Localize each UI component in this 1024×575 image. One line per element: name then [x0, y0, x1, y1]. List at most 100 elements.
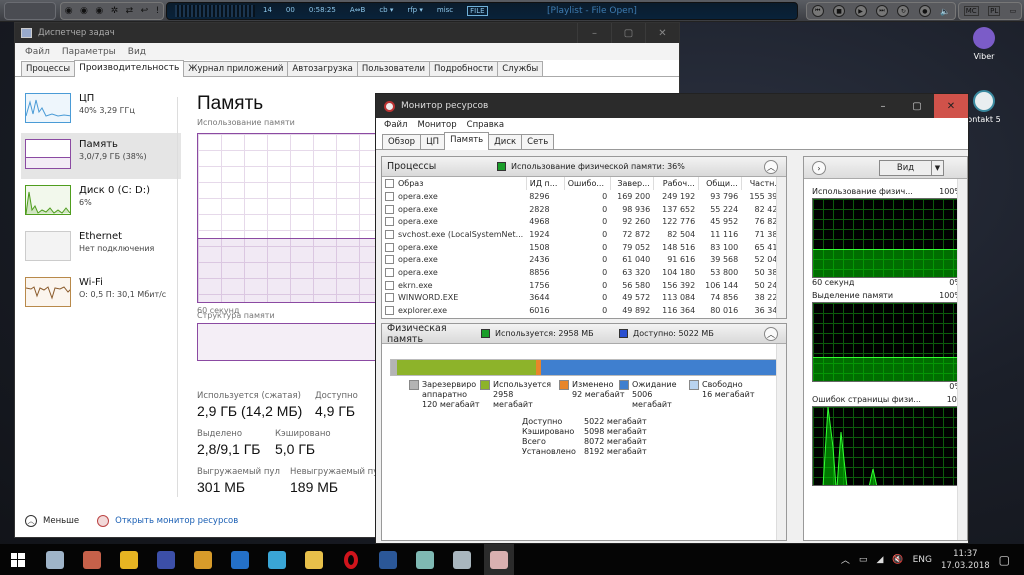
title-bar[interactable]: Диспетчер задач – ▢ ✕: [15, 23, 679, 43]
column-working-set[interactable]: Рабоч...: [653, 177, 699, 190]
row-checkbox[interactable]: [385, 229, 394, 239]
volume-muted-icon[interactable]: 🔇: [892, 555, 903, 565]
column-shareable[interactable]: Общи...: [698, 177, 742, 190]
tab-overview[interactable]: Обзор: [382, 134, 422, 149]
tab-network[interactable]: Сеть: [521, 134, 555, 149]
taskbar-app-notes[interactable]: [410, 544, 440, 575]
ab-repeat[interactable]: A⇔B: [350, 6, 365, 16]
tool-icon[interactable]: ↩: [141, 6, 149, 16]
tool-icon[interactable]: ✲: [111, 6, 119, 16]
taskbar-app-ccleaner-like[interactable]: [225, 544, 255, 575]
table-row[interactable]: opera.exe 2828 0 98 936 137 652 55 224 82 428: [382, 203, 786, 216]
row-checkbox[interactable]: [385, 267, 394, 277]
tab-startup[interactable]: Автозагрузка: [287, 61, 358, 76]
taskbar-app-resource-monitor[interactable]: [484, 544, 514, 575]
tab-users[interactable]: Пользователи: [356, 61, 430, 76]
start-button[interactable]: [3, 544, 33, 575]
tool-icon[interactable]: !: [156, 6, 160, 16]
taskbar-app-blue-app[interactable]: [151, 544, 181, 575]
wifi-icon[interactable]: ◢: [876, 555, 883, 565]
tool-icon[interactable]: ◉: [80, 6, 88, 16]
fewer-details-button[interactable]: Меньше: [43, 516, 79, 526]
tab-cpu[interactable]: ЦП: [420, 134, 446, 149]
menu-file[interactable]: Файл: [25, 47, 50, 57]
tool-icon[interactable]: ◉: [65, 6, 73, 16]
menu-help[interactable]: Справка: [467, 120, 504, 130]
volume-icon[interactable]: 🔈: [940, 7, 950, 16]
pl-button[interactable]: PL: [988, 6, 1001, 16]
row-checkbox[interactable]: [385, 293, 394, 303]
rfp-menu[interactable]: rfp ▾: [407, 6, 423, 16]
tab-disk[interactable]: Диск: [488, 134, 523, 149]
row-checkbox[interactable]: [385, 242, 394, 252]
column-pid[interactable]: ИД п...: [526, 177, 565, 190]
table-row[interactable]: opera.exe 2436 0 61 040 91 616 39 568 52 048: [382, 253, 786, 266]
close-button[interactable]: ✕: [934, 94, 968, 118]
menu-file[interactable]: Файл: [384, 120, 407, 130]
taskbar-app-explorer[interactable]: [299, 544, 329, 575]
taskbar-app-word[interactable]: [373, 544, 403, 575]
eject-icon[interactable]: ●: [918, 5, 931, 17]
collapse-icon[interactable]: ︿: [764, 327, 778, 341]
tab-services[interactable]: Службы: [497, 61, 544, 76]
menu-monitor[interactable]: Монитор: [417, 120, 456, 130]
chevron-up-icon[interactable]: ︿: [25, 515, 37, 527]
view-dropdown[interactable]: Вид ▼: [879, 160, 944, 176]
clock[interactable]: 11:37 17.03.2018: [941, 548, 990, 572]
table-row[interactable]: opera.exe 4968 0 92 260 122 776 45 952 76 824: [382, 215, 786, 228]
taskbar-app-opera[interactable]: [336, 544, 366, 575]
row-checkbox[interactable]: [385, 255, 394, 265]
column-faults[interactable]: Ошибо...: [564, 177, 611, 190]
desktop-icon-viber[interactable]: Viber: [956, 27, 1012, 61]
physical-memory-header[interactable]: Физическая память Используется: 2958 МБ …: [382, 323, 786, 345]
table-row[interactable]: opera.exe 1508 0 79 052 148 516 83 100 65 416: [382, 241, 786, 254]
minimize-button[interactable]: –: [577, 23, 611, 43]
misc-menu[interactable]: misc: [437, 6, 453, 16]
sidebar-item-disk[interactable]: Диск 0 (C: D:) 6%: [21, 179, 181, 225]
sidebar-item-memory[interactable]: Память 3,0/7,9 ГБ (38%): [21, 133, 181, 179]
tab-processes[interactable]: Процессы: [21, 61, 76, 76]
menu-options[interactable]: Параметры: [62, 47, 116, 57]
language-indicator[interactable]: ENG: [913, 555, 932, 565]
processes-header[interactable]: Процессы Использование физической памяти…: [382, 157, 786, 177]
row-checkbox[interactable]: [385, 217, 394, 227]
tab-details[interactable]: Подробности: [428, 61, 499, 76]
taskbar-app-paint[interactable]: [40, 544, 70, 575]
column-image[interactable]: Образ: [382, 177, 527, 190]
file-button[interactable]: FILE: [467, 6, 488, 16]
open-resource-monitor-link[interactable]: Открыть монитор ресурсов: [115, 516, 238, 526]
table-row[interactable]: opera.exe 8856 0 63 320 104 180 53 800 50 380: [382, 266, 786, 279]
minimize-button[interactable]: –: [866, 94, 900, 118]
taskbar-app-bee[interactable]: [114, 544, 144, 575]
prev-icon[interactable]: ⏮: [811, 5, 824, 17]
column-commit[interactable]: Завер...: [610, 177, 654, 190]
row-checkbox[interactable]: [385, 204, 394, 214]
select-all-checkbox[interactable]: [385, 179, 394, 188]
menu-view[interactable]: Вид: [128, 47, 146, 57]
tab-app-history[interactable]: Журнал приложений: [183, 61, 289, 76]
tab-performance[interactable]: Производительность: [74, 60, 185, 77]
table-row[interactable]: ekrn.exe 1756 0 56 580 156 392 106 144 50 248: [382, 279, 786, 292]
show-hidden-icons[interactable]: ︿: [841, 553, 850, 566]
processes-scrollbar[interactable]: [776, 177, 786, 318]
maximize-button[interactable]: ▢: [611, 23, 645, 43]
row-checkbox[interactable]: [385, 191, 394, 201]
tool-icon[interactable]: ⇄: [126, 6, 134, 16]
next-icon[interactable]: ⏭: [875, 5, 888, 17]
sidebar-item-cpu[interactable]: ЦП 40% 3,29 ГГц: [21, 87, 181, 133]
taskbar-app-fl-studio[interactable]: [188, 544, 218, 575]
close-button[interactable]: ✕: [645, 23, 679, 43]
table-row[interactable]: svchost.exe (LocalSystemNet... 1924 0 72 87…: [382, 228, 786, 241]
sidebar-item-ethernet[interactable]: Ethernet Нет подключения: [21, 225, 181, 271]
maximize-button[interactable]: ▢: [900, 94, 934, 118]
stop-icon[interactable]: ■: [833, 5, 846, 17]
tool-icon[interactable]: ◉: [95, 6, 103, 16]
row-checkbox[interactable]: [385, 306, 394, 316]
graphs-scrollbar[interactable]: [957, 179, 967, 540]
cb-menu[interactable]: cb ▾: [379, 6, 393, 16]
row-checkbox[interactable]: [385, 280, 394, 290]
repeat-icon[interactable]: ↻: [897, 5, 910, 17]
play-icon[interactable]: ▶: [854, 5, 867, 17]
battery-icon[interactable]: ▭: [859, 555, 868, 565]
expand-icon[interactable]: ›: [812, 161, 826, 175]
